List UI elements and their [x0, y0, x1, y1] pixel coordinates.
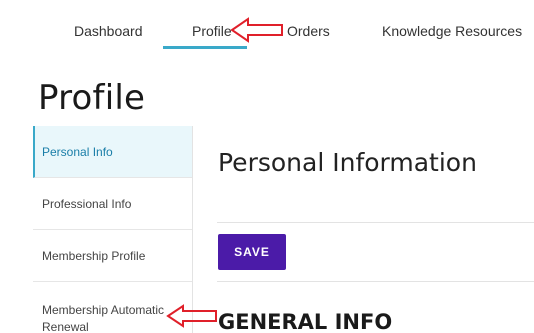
section-title: Personal Information — [218, 148, 477, 177]
page-title: Profile — [38, 78, 146, 118]
left-arrow-annotation-icon — [166, 304, 217, 328]
general-info-heading: GENERAL INFO — [218, 310, 393, 333]
sidebar-item-membership-profile[interactable]: Membership Profile — [33, 230, 192, 282]
profile-sidebar: Personal Info Professional Info Membersh… — [33, 126, 193, 333]
divider — [217, 281, 534, 282]
active-nav-indicator — [163, 46, 247, 49]
nav-item-knowledge-resources[interactable]: Knowledge Resources — [382, 23, 522, 39]
nav-item-profile[interactable]: Profile — [192, 23, 232, 39]
sidebar-item-professional-info[interactable]: Professional Info — [33, 178, 192, 230]
nav-item-dashboard[interactable]: Dashboard — [74, 23, 143, 39]
left-arrow-annotation-icon — [230, 17, 283, 43]
sidebar-item-personal-info[interactable]: Personal Info — [33, 126, 192, 178]
profile-page: Dashboard Profile Orders Knowledge Resou… — [0, 0, 534, 333]
divider — [217, 222, 534, 223]
save-button[interactable]: SAVE — [218, 234, 286, 270]
nav-item-orders[interactable]: Orders — [287, 23, 330, 39]
